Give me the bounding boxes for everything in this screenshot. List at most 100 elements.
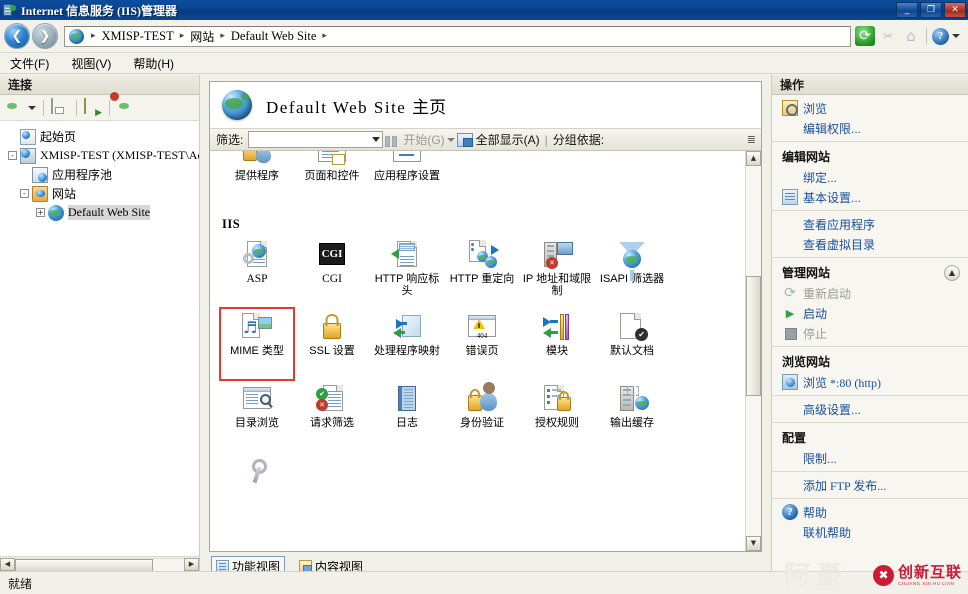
feature-modules[interactable]: 模块 [520,308,594,380]
feature-default-document[interactable]: ✔ 默认文档 [595,308,669,380]
scroll-left-button[interactable]: ◀ [0,557,15,571]
feature-http-redirect[interactable]: HTTP 重定向 [445,236,519,308]
action-basic-settings[interactable]: 基本设置... [772,187,968,207]
action-group-edit-site: 编辑网站 绑定... 基本设置... [772,142,968,211]
feature-providers[interactable]: 提供程序 [220,151,294,205]
scroll-thumb[interactable] [746,276,761,396]
feature-configuration-editor[interactable] [220,452,294,524]
start-page-icon[interactable] [84,97,102,117]
feature-handler-mappings[interactable]: 处理程序映射 [370,308,444,380]
feature-error-pages[interactable]: 404 错误页 [445,308,519,380]
action-limits[interactable]: 限制... [772,448,968,468]
scroll-up-button[interactable]: ▲ [746,151,761,166]
action-help[interactable]: 帮助 [772,502,968,522]
feature-logging[interactable]: 日志 [370,380,444,452]
action-bindings[interactable]: 绑定... [772,167,968,187]
action-browse[interactable]: 浏览 [772,98,968,118]
collapse-chevron-up-icon[interactable]: ▲ [944,264,960,281]
refresh-icon[interactable] [855,26,875,46]
connect-to-chevron-down-icon[interactable] [28,105,36,110]
address-bar: ❮ ❯ ▸ XMISP-TEST ▸ 网站 ▸ Default Web Site… [0,20,968,53]
tree-item-app-pools[interactable]: 应用程序池 [6,165,199,184]
feature-ip-restrictions[interactable]: IP 地址和域限制 [520,236,594,308]
show-all-button[interactable]: 全部显示(A) [456,131,540,148]
breadcrumb-item-sites[interactable]: 网站 [188,28,216,45]
scroll-track[interactable] [746,166,761,536]
home-icon [901,26,921,46]
chevron-down-icon[interactable] [952,34,960,38]
scroll-thumb[interactable] [15,558,153,572]
tree-item-start-page[interactable]: 起始页 [6,127,199,146]
action-online-help[interactable]: 联机帮助 [772,522,968,542]
toolbar-divider-2 [76,99,77,116]
connections-tree[interactable]: 起始页 - XMISP-TEST (XMISP-TEST\Adm 应用程序池 -… [0,121,199,556]
forward-arrow-icon[interactable]: ❯ [32,23,58,49]
breadcrumb-item-site[interactable]: Default Web Site [229,29,319,44]
action-group-help: 帮助 联机帮助 [772,499,968,545]
disconnect-icon[interactable] [117,99,135,117]
maximize-button[interactable]: ❐ [920,2,942,18]
isapi-filters-icon [615,240,649,281]
feature-authentication[interactable]: 身份验证 [445,380,519,452]
action-add-ftp-publishing[interactable]: 添加 FTP 发布... [772,475,968,495]
save-icon[interactable] [51,97,69,117]
filter-input[interactable] [248,131,384,148]
action-group-header-manage-site: 管理网站 ▲ [772,261,968,283]
filter-go-button[interactable]: 开始(G) [385,131,445,148]
feature-label: ASP [246,273,268,285]
menu-item-file[interactable]: 文件(F) [10,55,49,72]
directory-browsing-icon [240,384,274,414]
page-title-suffix: 主页 [412,97,447,117]
breadcrumb-item-server[interactable]: XMISP-TEST [100,29,176,44]
menu-item-view[interactable]: 视图(V) [71,55,111,72]
feature-mime-types[interactable]: ♬ MIME 类型 [219,307,295,381]
connect-to-icon[interactable] [5,99,23,117]
feature-asp[interactable]: ASP [220,236,294,308]
tree-expander-sites[interactable]: - [20,189,29,198]
feature-application-settings[interactable]: 应用程序设置 [370,151,444,205]
feature-grid[interactable]: 提供程序 页面和控件 应用程序设置 IIS ASP CGI CGI HTTP 响… [210,151,745,551]
output-caching-icon [615,384,649,414]
back-arrow-icon[interactable]: ❮ [4,23,30,49]
spacer-icon [782,169,798,185]
tree-item-default-web-site[interactable]: + Default Web Site [6,203,199,222]
scroll-down-button[interactable]: ▼ [746,536,761,551]
feature-isapi-filters[interactable]: ISAPI 筛选器 [595,236,669,308]
help-icon[interactable]: ? [932,27,949,45]
scroll-track[interactable] [15,557,184,572]
tree-item-sites[interactable]: - 网站 [6,184,199,203]
feature-label: 应用程序设置 [374,170,440,182]
basic-settings-icon [782,189,798,205]
connections-horizontal-scrollbar[interactable]: ◀ ▶ [0,556,199,572]
feature-cgi[interactable]: CGI CGI [295,236,369,308]
filter-expander-icon[interactable]: ≣ [747,133,759,146]
tree-item-server[interactable]: - XMISP-TEST (XMISP-TEST\Adm [6,146,199,165]
action-start[interactable]: 启动 [772,303,968,323]
filter-go-chevron-down-icon[interactable] [446,137,455,142]
minimize-button[interactable]: _ [896,2,918,18]
feature-request-filtering[interactable]: 请求筛选 [295,380,369,452]
feature-authorization-rules[interactable]: 授权规则 [520,380,594,452]
chevron-down-icon[interactable] [372,137,381,142]
action-label: 绑定... [803,170,838,185]
feature-grid-vertical-scrollbar[interactable]: ▲ ▼ [745,151,761,551]
action-browse-site-80[interactable]: 浏览 *:80 (http) [772,372,968,392]
feature-ssl-settings[interactable]: SSL 设置 [295,308,369,380]
action-view-applications[interactable]: 查看应用程序 [772,214,968,234]
action-label: 基本设置... [803,190,862,205]
feature-http-response-headers[interactable]: HTTP 响应标头 [370,236,444,308]
application-settings-icon [390,151,424,167]
feature-pages-and-controls[interactable]: 页面和控件 [295,151,369,205]
action-edit-permissions[interactable]: 编辑权限... [772,118,968,138]
breadcrumb[interactable]: ▸ XMISP-TEST ▸ 网站 ▸ Default Web Site ▸ [64,25,851,47]
feature-output-caching[interactable]: 输出缓存 [595,380,669,452]
scroll-right-button[interactable]: ▶ [184,557,199,571]
action-advanced-settings[interactable]: 高级设置... [772,399,968,419]
menu-item-help[interactable]: 帮助(H) [133,55,174,72]
tree-expander-server[interactable]: - [8,151,17,160]
close-button[interactable]: ✕ [944,2,966,18]
feature-directory-browsing[interactable]: 目录浏览 [220,380,294,452]
tree-expander-default-web-site[interactable]: + [36,208,45,217]
action-view-virtual-directories[interactable]: 查看虚拟目录 [772,234,968,254]
error-code-text: 404 [476,332,488,340]
